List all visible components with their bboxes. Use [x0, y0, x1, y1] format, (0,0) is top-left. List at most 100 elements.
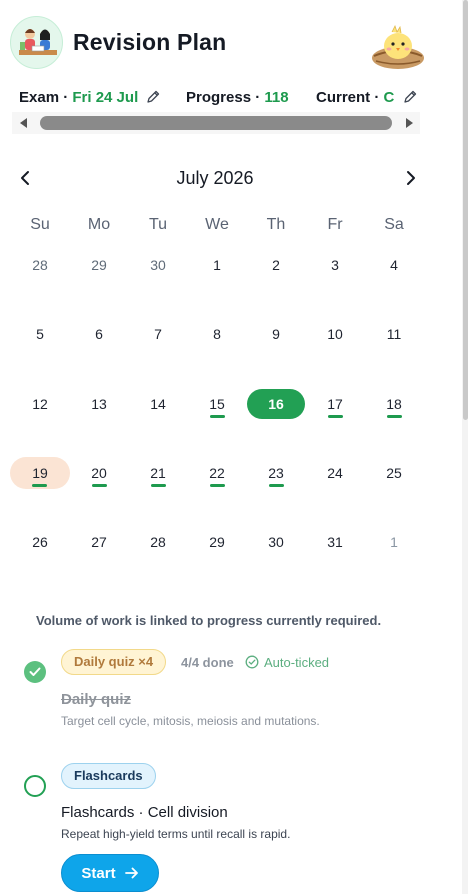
calendar-day[interactable]: 25	[369, 457, 419, 489]
page-scrollbar[interactable]	[462, 0, 468, 894]
task-open-checkbox[interactable]	[24, 775, 46, 797]
day-number: 22	[209, 465, 225, 481]
day-number: 18	[386, 396, 402, 412]
task-completion-count: 4/4 done	[181, 655, 234, 670]
scheduled-work-marker	[387, 415, 402, 418]
calendar-day[interactable]: 10	[310, 318, 360, 350]
day-number: 1	[213, 257, 221, 273]
calendar-day[interactable]: 14	[133, 388, 183, 420]
day-number: 5	[36, 326, 44, 342]
day-number: 17	[327, 396, 343, 412]
day-number: 6	[95, 326, 103, 342]
calendar-day-outside-month[interactable]: 28	[15, 249, 65, 281]
check-circle-icon	[245, 655, 259, 669]
calendar-day[interactable]: 18	[369, 388, 419, 420]
day-number: 15	[209, 396, 225, 412]
weekday-header: Tu	[148, 216, 168, 233]
calendar-day[interactable]: 11	[369, 318, 419, 350]
day-number: 16	[268, 396, 284, 412]
calendar-day[interactable]: 15	[192, 388, 242, 420]
calendar-day-outside-month[interactable]: 1	[369, 526, 419, 558]
day-number: 20	[91, 465, 107, 481]
progress-summary: Progress · 118	[186, 89, 289, 106]
calendar-day[interactable]: 20	[74, 457, 124, 489]
day-number: 1	[390, 534, 398, 550]
calendar-day[interactable]: 21	[133, 457, 183, 489]
month-label: July 2026	[176, 168, 254, 188]
day-number: 10	[327, 326, 343, 342]
edit-exam-pencil-icon[interactable]	[146, 90, 160, 108]
scroll-right-arrow-icon[interactable]	[406, 118, 413, 128]
progress-value: 118	[264, 89, 289, 106]
page-title: Revision Plan	[73, 29, 227, 55]
task-title: Daily quiz	[61, 691, 132, 708]
scheduled-work-marker	[328, 415, 343, 418]
start-button[interactable]: Start	[61, 854, 159, 892]
calendar-day[interactable]: 3	[310, 249, 360, 281]
day-number: 30	[150, 257, 166, 273]
exam-summary: Exam · Fri 24 Jul	[19, 89, 160, 108]
task-title: Flashcards · Cell division	[61, 804, 228, 821]
exam-date-value: Fri 24 Jul	[72, 89, 139, 106]
calendar-day[interactable]: 2	[251, 249, 301, 281]
scheduled-work-marker	[32, 484, 47, 487]
day-number: 25	[386, 465, 402, 481]
scheduled-work-marker	[92, 484, 107, 487]
calendar-day-outside-month[interactable]: 29	[74, 249, 124, 281]
calendar-day[interactable]: 5	[15, 318, 65, 350]
day-number: 26	[32, 534, 48, 550]
day-number: 29	[91, 257, 107, 273]
scroll-left-arrow-icon[interactable]	[20, 118, 27, 128]
scheduled-work-marker	[210, 415, 225, 418]
calendar-day[interactable]: 8	[192, 318, 242, 350]
calendar-day[interactable]: 12	[15, 388, 65, 420]
chevron-right-icon	[407, 171, 415, 185]
calendar-day[interactable]: 26	[15, 526, 65, 558]
calendar-day[interactable]: 22	[192, 457, 242, 489]
calendar-day[interactable]: 9	[251, 318, 301, 350]
day-number: 21	[150, 465, 166, 481]
next-month-button[interactable]	[398, 166, 424, 190]
day-number: 9	[272, 326, 280, 342]
calendar-day[interactable]: 23	[251, 457, 301, 489]
calendar-day[interactable]: 28	[133, 526, 183, 558]
scheduled-work-marker	[151, 484, 166, 487]
edit-current-pencil-icon[interactable]	[403, 90, 417, 108]
checkmark-icon	[29, 667, 41, 676]
day-number: 30	[268, 534, 284, 550]
calendar-day-outside-month[interactable]: 30	[133, 249, 183, 281]
revision-plan-panel: Revision Plan Exam · Fri 24 Jul Progress…	[0, 0, 460, 894]
calendar-day[interactable]: 24	[310, 457, 360, 489]
task-description: Repeat high-yield terms until recall is …	[61, 827, 291, 841]
plan-summary-row: Exam · Fri 24 Jul Progress · 118 Current…	[19, 89, 439, 109]
calendar-day[interactable]: 1	[192, 249, 242, 281]
weekday-header: Fr	[327, 216, 343, 233]
page-scrollbar-thumb[interactable]	[463, 0, 468, 420]
task-done-checkbox[interactable]	[24, 661, 46, 683]
weekday-header: Sa	[384, 216, 404, 233]
calendar-day[interactable]: 19	[10, 457, 70, 489]
day-number: 28	[150, 534, 166, 550]
calendar-day[interactable]: 30	[251, 526, 301, 558]
scheduled-work-marker	[210, 484, 225, 487]
calendar-day[interactable]: 27	[74, 526, 124, 558]
calendar-day[interactable]: 7	[133, 318, 183, 350]
day-number: 27	[91, 534, 107, 550]
scrollbar-thumb[interactable]	[40, 116, 392, 130]
day-number: 29	[209, 534, 225, 550]
horizontal-scrollbar[interactable]	[12, 112, 420, 134]
calendar-day[interactable]: 29	[192, 526, 242, 558]
task-type-chip: Daily quiz ×4	[61, 649, 167, 675]
calendar-day[interactable]: 13	[74, 388, 124, 420]
auto-ticked-label: Auto-ticked	[264, 655, 330, 670]
day-number: 3	[331, 257, 339, 273]
exam-label: Exam ·	[19, 89, 69, 106]
calendar-day[interactable]: 4	[369, 249, 419, 281]
chick-in-nest-icon	[370, 24, 426, 70]
calendar-day[interactable]: 6	[74, 318, 124, 350]
calendar-day[interactable]: 16	[247, 389, 305, 419]
calendar-day[interactable]: 17	[310, 388, 360, 420]
day-number: 12	[32, 396, 48, 412]
calendar-day[interactable]: 31	[310, 526, 360, 558]
weekday-header: Th	[266, 216, 286, 233]
